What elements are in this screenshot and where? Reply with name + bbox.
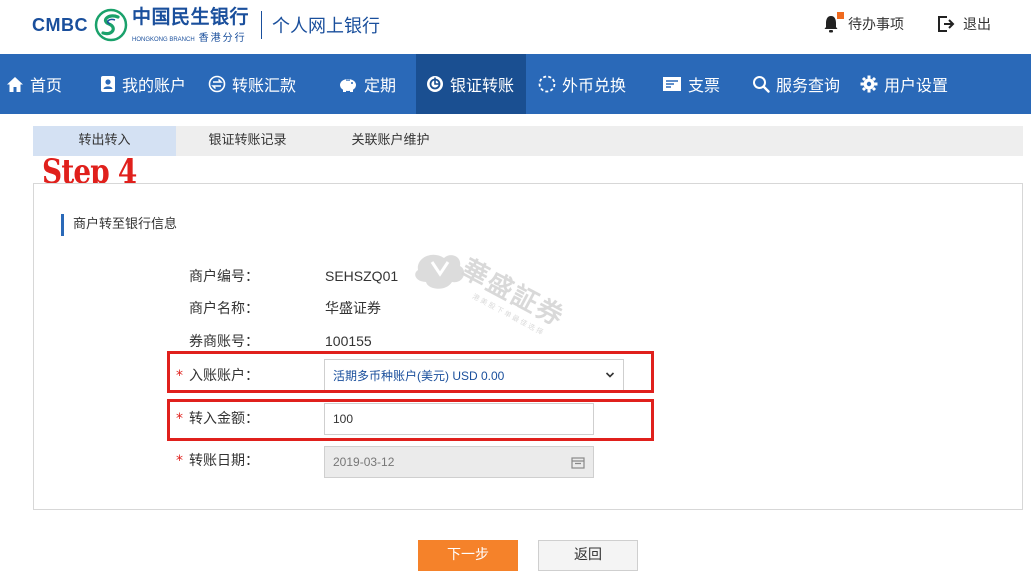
tab-transfer-records[interactable]: 银证转账记录 bbox=[176, 126, 319, 156]
nav-item-label: 服务查询 bbox=[776, 76, 841, 95]
nav-item-label: 银证转账 bbox=[450, 76, 515, 95]
nav-item-label: 外币兑换 bbox=[562, 76, 627, 95]
nav-item-home[interactable]: 首页 bbox=[0, 54, 92, 114]
securities-icon bbox=[427, 76, 443, 92]
logout-label: 退出 bbox=[963, 17, 991, 33]
merchant-name-value: 华盛证券 bbox=[325, 300, 381, 316]
nav-item-user-settings[interactable]: 用户设置 bbox=[850, 54, 960, 114]
nav-item-my-account[interactable]: 我的账户 bbox=[92, 54, 200, 114]
broker-account-label: 券商账号： bbox=[189, 334, 259, 350]
nav-item-securities-transfer[interactable]: 银证转账 bbox=[416, 54, 526, 114]
exchange-icon bbox=[538, 75, 556, 93]
tab-linked-account-maintenance[interactable]: 关联账户维护 bbox=[319, 126, 462, 156]
form-panel: 商户转至银行信息 商户编号： SEHSZQ01 商户名称： 华盛证券 券商账号：… bbox=[33, 183, 1023, 510]
bell-icon bbox=[824, 12, 844, 33]
nav-item-time-deposit[interactable]: 定期 bbox=[314, 54, 416, 114]
search-icon bbox=[753, 76, 770, 93]
calendar-icon bbox=[571, 457, 585, 469]
section-title: 商户转至银行信息 bbox=[61, 214, 177, 236]
nav-item-label: 首页 bbox=[30, 76, 63, 95]
logo-divider bbox=[261, 11, 263, 39]
nav-item-label: 支票 bbox=[688, 76, 721, 95]
main-nav: 首页 我的账户 转账汇款 定期 银证转账 外币兑换 支票 服务查询 用户设置 bbox=[0, 54, 1031, 114]
product-name: 个人网上银行 bbox=[272, 16, 381, 37]
todo-link[interactable]: 待办事项 bbox=[824, 12, 904, 34]
branch-en: HONGKONG BRANCH bbox=[132, 37, 195, 43]
nav-item-label: 用户设置 bbox=[884, 76, 949, 95]
gear-icon bbox=[860, 75, 878, 93]
logout-icon bbox=[938, 16, 955, 32]
todo-label: 待办事项 bbox=[848, 17, 904, 33]
page-header: CMBC 中国民生银行 HONGKONG BRANCH 香港分行 个人网上银行 … bbox=[0, 0, 1031, 54]
back-button[interactable]: 返回 bbox=[538, 540, 638, 571]
cmbc-emblem-icon bbox=[94, 8, 128, 42]
brand-cn: 中国民生银行 bbox=[132, 6, 250, 28]
nav-item-fx-exchange[interactable]: 外币兑换 bbox=[526, 54, 646, 114]
date-label: * 转账日期： bbox=[176, 453, 259, 469]
sub-tab-bar: 转出转入 银证转账记录 关联账户维护 bbox=[33, 126, 1023, 156]
nav-item-cheque[interactable]: 支票 bbox=[646, 54, 740, 114]
piggy-bank-icon bbox=[340, 79, 356, 92]
home-icon bbox=[7, 76, 23, 92]
account-icon bbox=[101, 76, 115, 92]
cheque-icon bbox=[663, 77, 681, 91]
highlight-to-account bbox=[167, 351, 654, 393]
merchant-name-row: 商户名称： 华盛证券 bbox=[34, 293, 1024, 323]
merchant-no-label: 商户编号： bbox=[189, 269, 259, 285]
broker-account-value: 100155 bbox=[325, 333, 372, 349]
nav-item-transfer[interactable]: 转账汇款 bbox=[200, 54, 314, 114]
brand-en: CMBC bbox=[32, 14, 88, 35]
highlight-amount bbox=[167, 399, 654, 441]
required-mark: * bbox=[176, 453, 183, 469]
transfer-date-field: 2019-03-12 bbox=[324, 446, 594, 478]
merchant-name-label: 商户名称： bbox=[189, 301, 259, 317]
nav-item-label: 转账汇款 bbox=[232, 76, 297, 95]
transfer-icon bbox=[208, 75, 226, 93]
nav-item-label: 我的账户 bbox=[122, 76, 187, 95]
logout-link[interactable]: 退出 bbox=[938, 14, 991, 34]
cmbc-logo[interactable]: CMBC 中国民生银行 HONGKONG BRANCH 香港分行 个人网上银行 bbox=[32, 5, 380, 45]
merchant-no-value: SEHSZQ01 bbox=[325, 268, 399, 284]
branch-cn: 香港分行 bbox=[198, 33, 247, 44]
transfer-date-value: 2019-03-12 bbox=[333, 455, 395, 469]
nav-item-label: 定期 bbox=[364, 76, 397, 95]
notification-dot bbox=[837, 12, 844, 19]
merchant-no-row: 商户编号： SEHSZQ01 bbox=[34, 261, 1024, 291]
next-step-button[interactable]: 下一步 bbox=[418, 540, 518, 571]
nav-item-service-inquiry[interactable]: 服务查询 bbox=[740, 54, 850, 114]
